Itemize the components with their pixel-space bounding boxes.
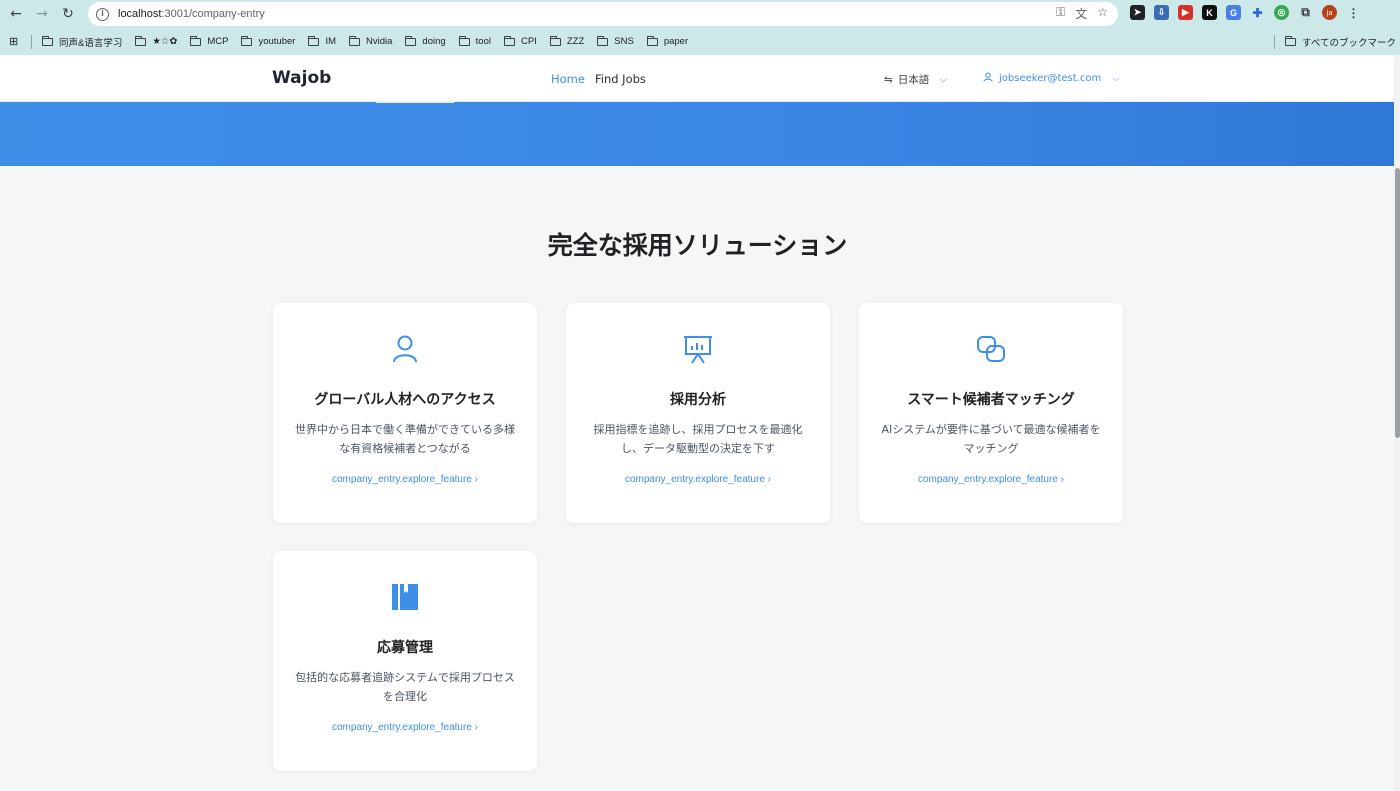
bookmark-separator — [1274, 34, 1276, 49]
card-description: 包括的な応募者追跡システムで採用プロセスを合理化 — [295, 671, 515, 703]
address-bar[interactable]: i localhost:3001/company-entry ⚿ 文 ☆ — [88, 2, 1118, 26]
card-title: グローバル人材へのアクセス — [314, 392, 496, 408]
bookmark-folder[interactable]: MCP — [190, 35, 228, 47]
folder-icon — [135, 35, 147, 46]
bookmark-folder[interactable]: doing — [405, 35, 446, 47]
folder-icon — [405, 35, 417, 46]
bookmark-star-icon[interactable]: ☆ — [1097, 5, 1108, 22]
book-icon — [389, 581, 421, 613]
folder-icon — [458, 35, 470, 46]
feature-card: スマート候補者マッチング AIシステムが要件に基づいて最適な候補者をマッチング … — [859, 303, 1123, 523]
folder-icon — [597, 35, 609, 46]
browser-menu-icon[interactable]: ⋮ — [1346, 5, 1361, 20]
chevron-right-icon: › — [474, 722, 479, 733]
bookmark-folder[interactable]: ★☆✿ — [135, 35, 177, 47]
folder-icon — [646, 35, 658, 46]
main-nav: Home Find Jobs — [551, 72, 646, 86]
folder-icon — [1285, 35, 1297, 46]
extension-download-icon[interactable]: ⇩ — [1154, 5, 1169, 20]
translate-icon[interactable]: 文 — [1075, 5, 1087, 22]
explore-feature-link[interactable]: company_entry.explore_feature › — [273, 722, 537, 733]
hero-banner — [0, 102, 1400, 166]
language-swap-icon: ⇋ — [884, 73, 893, 86]
bookmark-separator — [31, 34, 32, 49]
chevron-down-icon: ⌵ — [1113, 73, 1120, 83]
extension-translate-icon[interactable]: G — [1226, 5, 1241, 20]
card-description: 世界中から日本で働く準備ができている多様な有資格候補者とつながる — [295, 423, 515, 455]
bookmark-folder[interactable]: CPI — [504, 35, 537, 47]
page-viewport: Wajob Home Find Jobs ⇋ 日本語 ⌵ jobseeker@t… — [0, 55, 1400, 791]
bookmark-folder[interactable]: Nvidia — [349, 35, 392, 47]
bookmark-folder[interactable]: tool — [458, 35, 491, 47]
chevron-down-icon: ⌵ — [940, 74, 947, 84]
nav-home[interactable]: Home — [551, 72, 585, 86]
browser-toolbar: ← → ↻ i localhost:3001/company-entry ⚿ 文… — [0, 0, 1400, 28]
reload-icon[interactable]: ↻ — [55, 1, 81, 27]
all-bookmarks[interactable]: すべてのブックマーク — [1266, 34, 1396, 49]
feature-card: 採用分析 採用指標を追跡し、採用プロセスを最適化し、データ駆動型の決定を下す c… — [566, 303, 830, 523]
chevron-right-icon: › — [474, 474, 479, 485]
profile-avatar[interactable]: ja — [1322, 5, 1337, 20]
feature-card: 応募管理 包括的な応募者追跡システムで採用プロセスを合理化 company_en… — [273, 551, 537, 771]
explore-feature-link[interactable]: company_entry.explore_feature › — [273, 474, 537, 485]
card-description: 採用指標を追跡し、採用プロセスを最適化し、データ駆動型の決定を下す — [593, 423, 803, 455]
nav-find-jobs[interactable]: Find Jobs — [595, 72, 646, 86]
chevron-right-icon: › — [1060, 474, 1065, 485]
language-selector[interactable]: ⇋ 日本語 ⌵ — [884, 72, 946, 87]
folder-icon — [190, 35, 202, 46]
site-header: Wajob Home Find Jobs ⇋ 日本語 ⌵ jobseeker@t… — [0, 55, 1400, 103]
back-icon[interactable]: ← — [3, 1, 29, 27]
password-key-icon[interactable]: ⚿ — [1056, 5, 1065, 22]
scrollbar-thumb[interactable] — [1395, 168, 1400, 438]
user-menu[interactable]: jobseeker@test.com ⌵ — [983, 72, 1119, 85]
extension-k-icon[interactable]: K — [1202, 5, 1217, 20]
bookmark-folder[interactable]: ZZZ — [549, 35, 584, 47]
bookmark-folder[interactable]: 同声&语言学习 — [42, 35, 122, 49]
page-scrollbar[interactable] — [1394, 55, 1400, 791]
url-text: localhost:3001/company-entry — [118, 8, 265, 20]
folder-icon — [549, 35, 561, 46]
extension-video-icon[interactable]: ▶ — [1178, 5, 1193, 20]
folder-icon — [241, 35, 253, 46]
user-icon — [389, 333, 421, 365]
site-logo[interactable]: Wajob — [272, 68, 331, 88]
bookmark-folder[interactable]: IM — [308, 35, 336, 47]
card-description: AIシステムが要件に基づいて最適な候補者をマッチング — [881, 423, 1101, 455]
apps-grid-icon[interactable]: ⊞ — [9, 35, 23, 48]
explore-feature-link[interactable]: company_entry.explore_feature › — [859, 474, 1123, 485]
bookmarks-bar: ⊞ 同声&语言学习 ★☆✿ MCP youtuber IM Nvidia doi… — [0, 28, 1400, 55]
bookmark-folder[interactable]: paper — [646, 35, 688, 47]
card-title: スマート候補者マッチング — [907, 392, 1075, 408]
chevron-right-icon: › — [767, 474, 772, 485]
link-icon — [975, 333, 1007, 365]
site-info-icon[interactable]: i — [96, 7, 109, 21]
extension-puzzle-blue-icon[interactable]: ✚ — [1250, 5, 1265, 20]
extensions-puzzle-icon[interactable]: ⧉ — [1298, 5, 1313, 20]
explore-feature-link[interactable]: company_entry.explore_feature › — [566, 474, 830, 485]
bookmark-folder[interactable]: youtuber — [241, 35, 295, 47]
folder-icon — [504, 35, 515, 46]
folder-icon — [42, 35, 53, 46]
card-title: 採用分析 — [670, 392, 726, 408]
extension-send-icon[interactable]: ➤ — [1130, 5, 1145, 20]
card-title: 応募管理 — [377, 640, 433, 656]
forward-icon[interactable]: → — [29, 1, 55, 27]
section-title: 完全な採用ソリューション — [547, 231, 848, 260]
feature-card: グローバル人材へのアクセス 世界中から日本で働く準備ができている多様な有資格候補… — [273, 303, 537, 523]
user-email: jobseeker@test.com — [999, 73, 1102, 84]
folder-icon — [308, 35, 320, 46]
folder-icon — [349, 35, 361, 46]
language-label: 日本語 — [897, 74, 930, 86]
nav-indicator — [376, 101, 454, 103]
bookmark-folder[interactable]: SNS — [597, 35, 634, 47]
presentation-chart-icon — [682, 333, 714, 365]
extension-green-icon[interactable]: ◎ — [1274, 5, 1289, 20]
user-icon — [983, 72, 993, 85]
